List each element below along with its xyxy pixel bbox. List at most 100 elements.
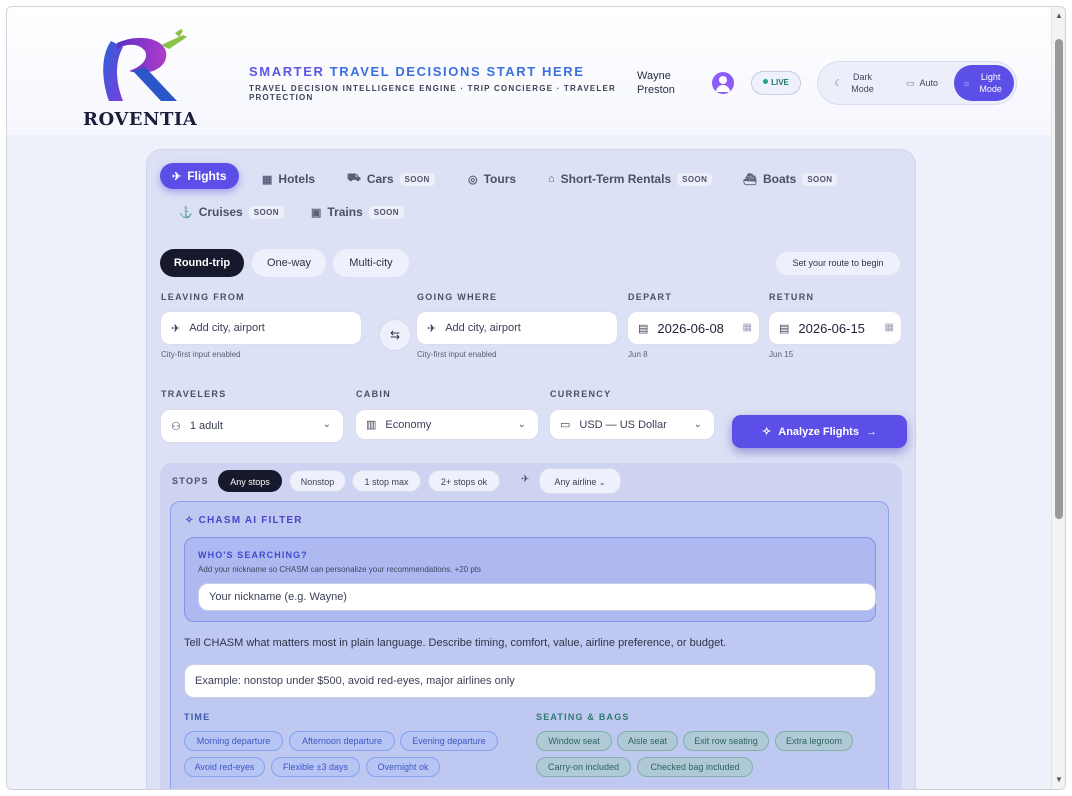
scroll-down-icon[interactable]: ▼	[1052, 773, 1065, 787]
stops-2plus-chip[interactable]: 2+ stops ok	[428, 470, 500, 492]
tab-short-term-rentals[interactable]: ⌂ Short-Term Rentals SOON	[548, 166, 713, 192]
time-pill-afternoon[interactable]: Afternoon departure	[289, 731, 395, 751]
live-dot-icon	[763, 79, 769, 84]
time-pill-evening[interactable]: Evening departure	[400, 731, 498, 751]
user-avatar-icon[interactable]	[712, 72, 734, 94]
stops-nonstop-chip[interactable]: Nonstop	[289, 470, 346, 492]
light-mode-button[interactable]: ☼ Light Mode	[954, 65, 1014, 101]
cabin-select[interactable]: ▥ Economy ⌄	[355, 409, 539, 440]
seat-pill-aisle[interactable]: Aisle seat	[617, 731, 678, 751]
ai-title-text: CHASM AI FILTER	[198, 515, 303, 526]
chevron-down-icon: ⌄	[693, 419, 702, 430]
cabin-label: CABIN	[356, 389, 391, 399]
time-section-label: TIME	[184, 712, 211, 722]
calendar-picker-icon[interactable]: ▦	[743, 322, 752, 333]
dark-mode-button[interactable]: ☾ Dark Mode	[826, 65, 886, 101]
chasm-ai-filter: ✧ CHASM AI FILTER WHO'S SEARCHING? Add y…	[170, 501, 889, 789]
ai-prompt-input[interactable]: Example: nonstop under $500, avoid red-e…	[184, 664, 876, 698]
people-icon: ⚇	[171, 420, 181, 433]
who-subtitle: Add your nickname so CHASM can personali…	[198, 565, 482, 574]
dark-mode-label: Dark Mode	[851, 72, 874, 94]
chevron-down-icon: ⌄	[517, 419, 526, 430]
time-pill-avoid-red-eyes[interactable]: Avoid red-eyes	[184, 757, 265, 777]
swap-button[interactable]: ⇆	[379, 319, 411, 351]
filters-section: STOPS Any stops Nonstop 1 stop max 2+ st…	[160, 463, 902, 789]
depart-date-input[interactable]: ▤ 2026-06-08 ▦	[627, 311, 760, 345]
page-scrollbar[interactable]: ▲ ▼	[1051, 7, 1065, 789]
soon-badge: SOON	[677, 172, 713, 186]
scroll-thumb[interactable]	[1055, 39, 1063, 519]
soon-badge: SOON	[399, 172, 435, 186]
from-label: LEAVING FROM	[161, 292, 245, 302]
auto-mode-label: Auto	[919, 78, 939, 88]
theme-switcher: ☾ Dark Mode ▭ Auto ☼ Light Mode	[817, 61, 1017, 105]
travelers-label: TRAVELERS	[161, 389, 227, 399]
chevron-down-icon: ⌄	[322, 419, 331, 430]
time-pill-overnight[interactable]: Overnight ok	[366, 757, 440, 777]
analyze-label: Analyze Flights	[778, 425, 859, 438]
auto-mode-button[interactable]: ▭ Auto	[892, 65, 952, 101]
landing-icon: ✈	[427, 322, 437, 335]
scroll-up-icon[interactable]: ▲	[1052, 9, 1065, 23]
tab-cruises[interactable]: ⚓ Cruises SOON	[179, 199, 284, 225]
ai-prompt-placeholder: Example: nonstop under $500, avoid red-e…	[195, 675, 515, 687]
logo-wordmark: ROVENTIA	[83, 109, 198, 130]
tab-boats[interactable]: ⛴ Boats SOON	[743, 166, 838, 192]
seat-pill-checked-bag[interactable]: Checked bag included	[637, 757, 753, 777]
light-mode-label: Light Mode	[979, 72, 1002, 94]
subtagline: TRAVEL DECISION INTELLIGENCE ENGINE · TR…	[249, 84, 617, 102]
tab-cars[interactable]: ⛟ Cars SOON	[347, 166, 435, 192]
to-hint: City-first input enabled	[417, 350, 497, 359]
tab-trains[interactable]: ▣ Trains SOON	[311, 199, 404, 225]
plane-logo-icon: ✈	[172, 170, 182, 183]
moon-icon: ☾	[834, 78, 843, 88]
stops-1-max-chip[interactable]: 1 stop max	[352, 470, 421, 492]
anchor-icon: ⚓	[179, 206, 193, 219]
time-pill-morning[interactable]: Morning departure	[184, 731, 283, 751]
one-way-button[interactable]: One-way	[252, 249, 326, 277]
tab-label: Tours	[483, 172, 517, 186]
monitor-icon: ▭	[905, 78, 915, 88]
wallet-icon: ▭	[560, 419, 571, 431]
analyze-flights-button[interactable]: ✧ Analyze Flights →	[732, 415, 907, 448]
seat-pill-window[interactable]: Window seat	[536, 731, 612, 751]
tab-flights[interactable]: ✈ Flights	[160, 163, 239, 189]
tagline-accent: TRAVEL DECISIONS START HERE	[329, 64, 585, 79]
time-pill-flexible[interactable]: Flexible ±3 days	[271, 757, 360, 777]
tab-hotels[interactable]: ▦ Hotels	[262, 166, 315, 192]
sun-icon: ☼	[962, 78, 971, 88]
stops-any-chip[interactable]: Any stops	[218, 470, 282, 492]
sparkle-wand-icon: ✧	[762, 426, 772, 438]
depart-label: DEPART	[628, 292, 673, 302]
route-hint: Set your route to begin	[776, 252, 900, 275]
tagline: SMARTER TRAVEL DECISIONS START HERE	[249, 64, 585, 79]
from-placeholder: Add city, airport	[189, 322, 265, 334]
currency-select[interactable]: ▭ USD — US Dollar ⌄	[549, 409, 715, 440]
tab-label: Flights	[187, 169, 227, 183]
who-title: WHO'S SEARCHING?	[198, 550, 308, 560]
swap-icon: ⇆	[389, 328, 401, 342]
to-input[interactable]: ✈ Add city, airport	[416, 311, 618, 345]
boat-icon: ⛴	[743, 173, 757, 186]
stops-label: STOPS	[172, 476, 209, 486]
tab-tours[interactable]: ◎ Tours	[468, 166, 516, 192]
calendar-picker-icon[interactable]: ▦	[885, 322, 894, 333]
multi-city-button[interactable]: Multi-city	[333, 249, 409, 277]
car-icon: ⛟	[347, 172, 361, 184]
travelers-select[interactable]: ⚇ 1 adult ⌄	[160, 409, 344, 443]
from-input[interactable]: ✈ Add city, airport	[160, 311, 362, 345]
site-header: ROVENTIA SMARTER TRAVEL DECISIONS START …	[7, 7, 1053, 135]
tab-label: Cars	[366, 172, 394, 186]
round-trip-button[interactable]: Round-trip	[160, 249, 244, 277]
tab-label: Trains	[327, 205, 363, 219]
return-date-input[interactable]: ▤ 2026-06-15 ▦	[768, 311, 902, 345]
train-icon: ▣	[311, 206, 322, 219]
seat-pill-carry-on[interactable]: Carry-on included	[536, 757, 631, 777]
takeoff-icon: ✈	[171, 322, 181, 335]
airline-select[interactable]: Any airline ⌄	[539, 468, 621, 494]
roventia-logo[interactable]: ROVENTIA	[83, 27, 198, 131]
seat-pill-extra-legroom[interactable]: Extra legroom	[775, 731, 853, 751]
magic-wand-icon: ✧	[185, 515, 199, 526]
nickname-input[interactable]: Your nickname (e.g. Wayne)	[198, 583, 876, 611]
seat-pill-exit-row[interactable]: Exit row seating	[683, 731, 769, 751]
